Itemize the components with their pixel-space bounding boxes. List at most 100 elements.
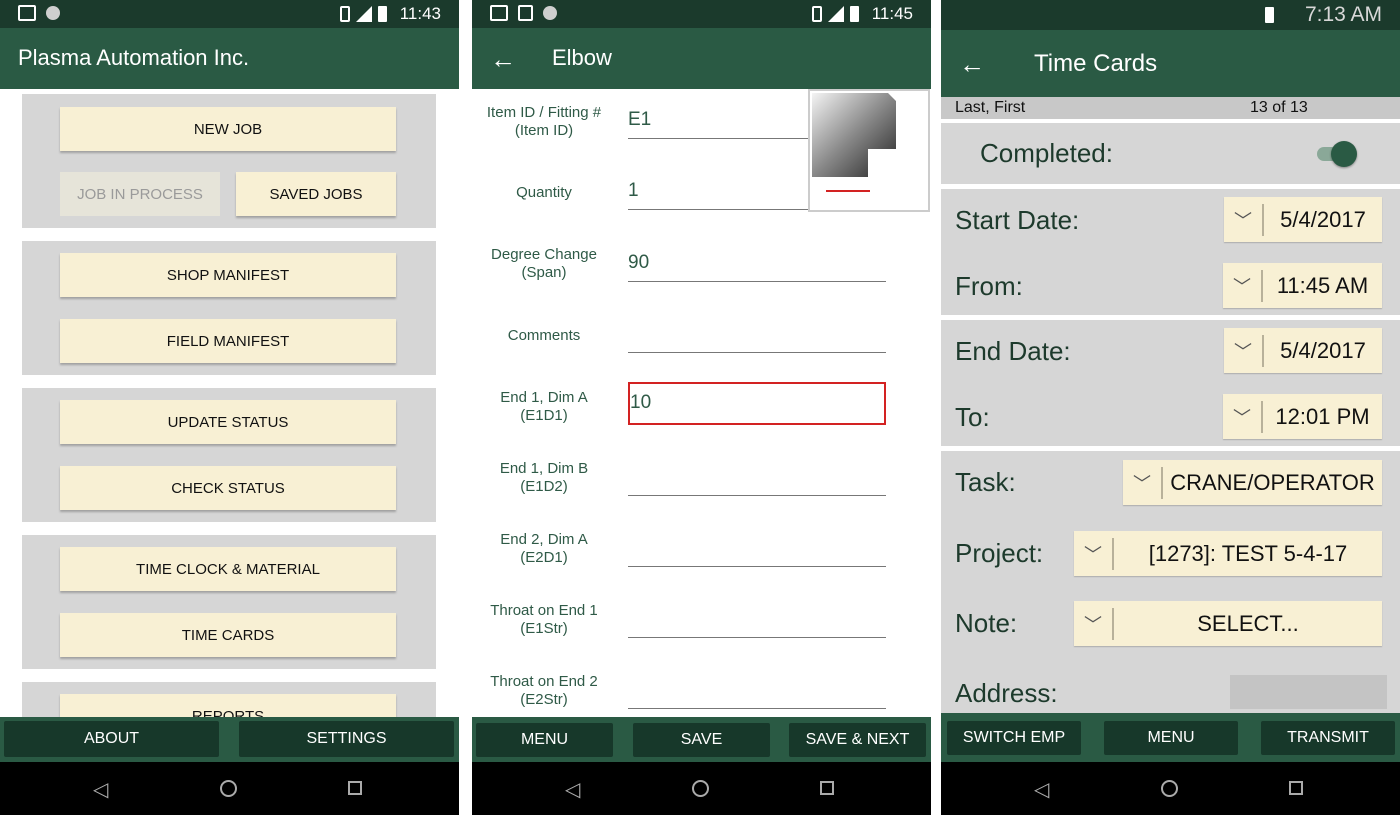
field-label: End 1, Dim A (E1D1) xyxy=(500,389,588,424)
chevron-down-icon: ﹀ xyxy=(1123,466,1163,499)
status-bar: 11:45 xyxy=(472,0,931,28)
battery-icon xyxy=(378,6,387,22)
nav-recents-icon[interactable] xyxy=(1289,781,1303,795)
task-section: Task: ﹀ CRANE/OPERATOR Project: ﹀ [1273]… xyxy=(941,451,1400,713)
saved-jobs-button[interactable]: SAVED JOBS xyxy=(236,172,396,216)
start-date-select[interactable]: ﹀ 5/4/2017 xyxy=(1224,197,1382,242)
nav-home-icon[interactable] xyxy=(692,780,709,797)
menu-button[interactable]: MENU xyxy=(476,723,613,757)
vibrate-icon xyxy=(340,6,350,22)
menu-group-manifest: SHOP MANIFEST FIELD MANIFEST xyxy=(22,241,436,375)
nav-home-icon[interactable] xyxy=(220,780,237,797)
switch-emp-button[interactable]: SWITCH EMP xyxy=(947,721,1081,755)
e1str-input[interactable] xyxy=(628,600,886,638)
e1d1-input[interactable]: 10 xyxy=(628,382,886,425)
field-label: Throat on End 1 (E1Str) xyxy=(490,602,598,637)
field-label: Comments xyxy=(507,327,581,344)
gmail-icon xyxy=(490,5,508,21)
nav-recents-icon[interactable] xyxy=(820,781,834,795)
save-button[interactable]: SAVE xyxy=(633,723,770,757)
status-time: 7:13 AM xyxy=(1304,3,1382,26)
system-nav-bar: ◁ xyxy=(472,762,931,815)
save-next-button[interactable]: SAVE & NEXT xyxy=(789,723,926,757)
chevron-down-icon: ﹀ xyxy=(1224,203,1264,236)
completed-label: Completed: xyxy=(980,138,1113,168)
menu-content: NEW JOB JOB IN PROCESS SAVED JOBS SHOP M… xyxy=(0,89,459,717)
check-status-button[interactable]: CHECK STATUS xyxy=(60,466,396,510)
page-title: Time Cards xyxy=(1034,50,1158,77)
gmail-icon xyxy=(18,5,36,21)
note-select[interactable]: ﹀ SELECT... xyxy=(1074,601,1382,646)
field-label: End 1, Dim B (E1D2) xyxy=(499,460,589,495)
note-label: Note: xyxy=(955,608,1018,638)
nav-home-icon[interactable] xyxy=(1161,780,1178,797)
job-in-process-button[interactable]: JOB IN PROCESS xyxy=(60,172,220,216)
from-time-select[interactable]: ﹀ 11:45 AM xyxy=(1223,263,1382,308)
task-select[interactable]: ﹀ CRANE/OPERATOR xyxy=(1123,460,1382,505)
new-job-button[interactable]: NEW JOB xyxy=(60,107,396,151)
status-bar: 7:13 AM xyxy=(941,0,1400,30)
nav-back-icon[interactable]: ◁ xyxy=(1034,780,1049,800)
record-count: 13 of 13 xyxy=(1250,99,1308,116)
shop-manifest-button[interactable]: SHOP MANIFEST xyxy=(60,253,396,297)
degree-change-input[interactable]: 90 xyxy=(628,244,886,282)
phone-time-cards: 7:13 AM ← Time Cards Last, First 13 of 1… xyxy=(941,0,1400,815)
status-time: 11:43 xyxy=(399,4,441,23)
to-label: To: xyxy=(955,402,990,432)
back-arrow-icon[interactable]: ← xyxy=(490,44,516,75)
chevron-down-icon: ﹀ xyxy=(1223,400,1263,433)
end-date-label: End Date: xyxy=(955,336,1071,366)
item-id-input[interactable]: E1 xyxy=(628,101,808,139)
to-time-select[interactable]: ﹀ 12:01 PM xyxy=(1223,394,1382,439)
end-section: End Date: ﹀ 5/4/2017 To: ﹀ 12:01 PM xyxy=(941,320,1400,446)
field-label: Degree Change (Span) xyxy=(491,246,597,281)
nav-back-icon[interactable]: ◁ xyxy=(93,780,108,800)
nav-recents-icon[interactable] xyxy=(348,781,362,795)
chevron-down-icon: ﹀ xyxy=(1224,334,1264,367)
status-bar: 11:43 xyxy=(0,0,459,28)
menu-group-reports: REPORTS xyxy=(22,682,436,717)
e2str-input[interactable] xyxy=(628,671,886,709)
time-card-content: Last, First 13 of 13 Completed: Start Da… xyxy=(941,97,1400,713)
employee-name: Last, First xyxy=(955,99,1026,116)
field-label: Item ID / Fitting # (Item ID) xyxy=(486,104,602,139)
elbow-thumbnail[interactable] xyxy=(808,89,930,212)
update-status-button[interactable]: UPDATE STATUS xyxy=(60,400,396,444)
reports-button[interactable]: REPORTS xyxy=(60,694,396,717)
back-arrow-icon[interactable]: ← xyxy=(959,49,985,80)
about-button[interactable]: ABOUT xyxy=(4,721,219,757)
address-label: Address: xyxy=(955,678,1058,708)
status-time: 11:45 xyxy=(871,4,913,23)
app-bar: ← Elbow xyxy=(472,28,931,89)
transmit-button[interactable]: TRANSMIT xyxy=(1261,721,1395,755)
nav-back-icon[interactable]: ◁ xyxy=(565,780,580,800)
time-clock-material-button[interactable]: TIME CLOCK & MATERIAL xyxy=(60,547,396,591)
e1d2-input[interactable] xyxy=(628,458,886,496)
time-cards-button[interactable]: TIME CARDS xyxy=(60,613,396,657)
field-label: Throat on End 2 (E2Str) xyxy=(490,673,598,708)
bottom-action-bar: SWITCH EMP MENU TRANSMIT xyxy=(941,713,1400,762)
quantity-input[interactable]: 1 xyxy=(628,172,808,210)
field-label: Quantity xyxy=(516,184,572,201)
phone-elbow-form: 11:45 ← Elbow Item ID / Fitting # (Item I… xyxy=(472,0,931,815)
completed-section: Completed: xyxy=(941,123,1400,184)
completed-toggle[interactable] xyxy=(1317,141,1357,167)
e2d1-input[interactable] xyxy=(628,529,886,567)
system-nav-bar: ◁ xyxy=(0,762,459,815)
end-date-select[interactable]: ﹀ 5/4/2017 xyxy=(1224,328,1382,373)
battery-icon xyxy=(1265,7,1274,23)
menu-group-time: TIME CLOCK & MATERIAL TIME CARDS xyxy=(22,535,436,669)
vibrate-icon xyxy=(812,6,822,22)
start-section: Start Date: ﹀ 5/4/2017 From: ﹀ 11:45 AM xyxy=(941,189,1400,315)
battery-icon xyxy=(850,6,859,22)
notification-dot-icon xyxy=(46,6,60,20)
system-nav-bar: ◁ xyxy=(941,762,1400,815)
field-manifest-button[interactable]: FIELD MANIFEST xyxy=(60,319,396,363)
address-input[interactable] xyxy=(1230,675,1387,709)
comments-input[interactable] xyxy=(628,315,886,353)
chevron-down-icon: ﹀ xyxy=(1074,537,1114,570)
project-select[interactable]: ﹀ [1273]: TEST 5-4-17 xyxy=(1074,531,1382,576)
menu-button[interactable]: MENU xyxy=(1104,721,1238,755)
chevron-down-icon: ﹀ xyxy=(1074,607,1114,640)
settings-button[interactable]: SETTINGS xyxy=(239,721,454,757)
